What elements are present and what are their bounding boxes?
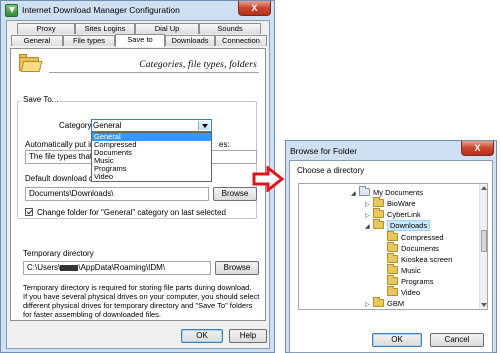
tree-node-my-documents[interactable]: ◢ My Documents (351, 186, 424, 199)
temp-dir-label: Temporary directory (23, 249, 94, 258)
tree-node-label: My Documents (373, 188, 424, 197)
redacted-username (60, 265, 79, 271)
tree-node-label: BioWare (387, 199, 416, 208)
tab-downloads[interactable]: Downloads (165, 35, 215, 46)
idm-client-area: Proxy Sites Logins Dial Up Sounds Genera… (6, 20, 270, 349)
tab-dial-up[interactable]: Dial Up (135, 23, 199, 34)
idm-window-title: Internet Download Manager Configuration (22, 5, 180, 15)
folder-icon (373, 197, 384, 207)
choose-directory-prompt: Choose a directory (297, 166, 365, 175)
temp-dir-value: C:\Users\ (27, 263, 61, 272)
default-dir-field[interactable]: Documents\Downloads\ (25, 187, 209, 201)
collapsed-arrow-icon[interactable]: ▷ (365, 200, 373, 210)
tree-node-label: Programs (401, 277, 434, 286)
expanded-arrow-icon[interactable]: ◢ (365, 222, 373, 232)
tab-sounds[interactable]: Sounds (199, 23, 261, 34)
collapsed-arrow-icon[interactable]: ▷ (365, 211, 373, 221)
temp-browse-button[interactable]: Browse (215, 261, 259, 275)
tree-node-downloads[interactable]: ◢ Downloads (365, 219, 431, 232)
default-dir-label: Default download di (25, 174, 96, 183)
browse-client-area: Choose a directory ◢ My Documents ▷ BioWar… (289, 160, 493, 353)
tree-scrollbar[interactable] (479, 184, 487, 309)
chevron-down-icon[interactable] (198, 121, 210, 130)
tree-node-kioskea-screen[interactable]: Kioskea screen (387, 253, 453, 266)
category-option-video[interactable]: Video (92, 173, 211, 181)
folder-icon (373, 208, 384, 218)
tree-node-video[interactable]: Video (387, 286, 421, 299)
category-selected-value: General (93, 121, 122, 130)
folder-icon (19, 54, 43, 72)
tab-proxy[interactable]: Proxy (17, 23, 75, 34)
tab-file-types[interactable]: File types (63, 35, 115, 46)
tree-node-label: GBM (387, 299, 405, 308)
folder-icon (387, 242, 398, 252)
tree-node-documents[interactable]: Documents (387, 242, 439, 255)
temp-dir-info: Temporary directory is required for stor… (23, 283, 260, 319)
folder-icon (387, 264, 398, 274)
browse-ok-button[interactable]: OK (372, 333, 422, 347)
scroll-up-icon[interactable] (481, 186, 487, 190)
tree-node-label-selected: Downloads (387, 220, 431, 231)
category-select[interactable]: General (91, 119, 212, 132)
scrollbar-thumb[interactable] (481, 230, 487, 252)
tree-node-label: Kioskea screen (401, 255, 453, 264)
change-folder-checkbox[interactable] (25, 208, 33, 216)
header-divider (49, 72, 259, 73)
tab-sites-logins[interactable]: Sites Logins (75, 23, 135, 34)
tree-node-label: Video (401, 288, 421, 297)
tree-node-label: Documents (401, 244, 439, 253)
folder-tree[interactable]: ◢ My Documents ▷ BioWare ▷ CyberLink ◢ Downl… (298, 183, 488, 310)
collapsed-arrow-icon[interactable]: ▷ (365, 300, 373, 309)
folder-icon (373, 219, 384, 229)
panel-header-title: Categories, file types, folders (139, 60, 257, 70)
folder-icon (387, 275, 398, 285)
browse-folder-window: Browse for Folder X Choose a directory ◢… (285, 140, 497, 353)
ok-button[interactable]: OK (181, 329, 223, 343)
change-folder-label: Change folder for "General" category on … (37, 208, 226, 217)
tree-node-label: Music (401, 266, 421, 275)
idm-close-button[interactable]: X (238, 1, 271, 16)
tree-node-label: Compressed (401, 233, 444, 242)
expanded-arrow-icon[interactable]: ◢ (351, 189, 359, 199)
folder-icon (373, 297, 384, 307)
idm-title-bar[interactable]: Internet Download Manager Configuration … (1, 1, 274, 20)
browse-title-bar[interactable]: Browse for Folder X (286, 141, 496, 160)
help-button[interactable]: Help (229, 329, 267, 343)
tree-node-gbm[interactable]: ▷ GBM (365, 297, 405, 309)
browse-cancel-button[interactable]: Cancel (430, 333, 484, 347)
tab-save-to[interactable]: Save to (115, 34, 165, 47)
category-label: Category (59, 121, 92, 130)
folder-icon (387, 231, 398, 241)
idm-config-window: Internet Download Manager Configuration … (0, 0, 275, 353)
idm-app-icon (5, 4, 18, 17)
tab-general[interactable]: General (11, 35, 63, 46)
temp-dir-value-rest: \AppData\Roaming\IDM\ (78, 263, 166, 272)
browse-close-button[interactable]: X (461, 141, 494, 156)
auto-put-label: Automatically put in (25, 140, 95, 149)
browse-button[interactable]: Browse (213, 187, 257, 201)
folder-icon (387, 286, 398, 296)
tree-node-compressed[interactable]: Compressed (387, 231, 444, 244)
folder-icon (387, 253, 398, 263)
documents-folder-icon (359, 186, 370, 196)
category-dropdown-list: General Compressed Documents Music Progr… (91, 132, 212, 182)
tab-connection[interactable]: Connection (215, 35, 267, 46)
save-to-panel: Categories, file types, folders Save To.… (10, 48, 266, 321)
auto-put-label-suffix: es: (219, 140, 230, 149)
temp-dir-field[interactable]: C:\Users\ \AppData\Roaming\IDM\ (23, 261, 211, 275)
browse-window-title: Browse for Folder (290, 146, 358, 156)
save-to-legend: Save To... (21, 95, 61, 104)
scroll-down-icon[interactable] (481, 303, 487, 307)
red-arrow-icon (252, 166, 284, 192)
tree-node-label: CyberLink (387, 210, 421, 219)
